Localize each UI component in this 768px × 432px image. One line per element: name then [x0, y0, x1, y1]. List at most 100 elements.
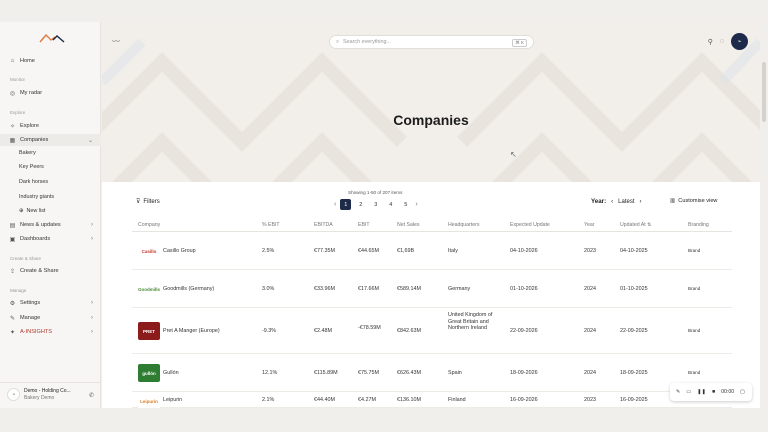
sidebar-subitem-key-peers[interactable]: Key Peers — [19, 161, 44, 173]
pause-icon[interactable]: ❚❚ — [697, 389, 706, 395]
column-header[interactable]: Headquarters — [448, 222, 479, 228]
chevron-right-icon[interactable]: › — [91, 300, 93, 306]
compass-icon: ✧ — [9, 123, 16, 130]
year-label: Year: — [591, 198, 607, 205]
column-header[interactable]: Company — [138, 222, 160, 228]
company-name[interactable]: Pret A Manger (Europe) — [163, 328, 220, 334]
chat-icon[interactable]: ◌ — [720, 38, 724, 45]
notifications-icon[interactable]: ⚲ — [708, 38, 713, 46]
close-icon[interactable]: ▢ — [740, 389, 745, 395]
column-header[interactable]: Expected Update — [510, 222, 550, 228]
sidebar-subitem-bakery[interactable]: Bakery — [19, 147, 36, 159]
sidebar-item-create-share[interactable]: ⇪ Create & Share — [0, 265, 101, 277]
cell-ebitda: €33.96M — [314, 285, 335, 292]
filters-label: Filters — [143, 198, 160, 205]
sidebar-item-label: Settings — [20, 300, 41, 306]
customise-view-button[interactable]: ▥ Customise view — [670, 198, 717, 204]
company-name[interactable]: Casillo Group — [163, 248, 196, 254]
company-logo: Leipurin — [138, 392, 160, 408]
chevron-right-icon[interactable]: › — [640, 199, 642, 205]
pen-icon[interactable]: ✎ — [676, 389, 680, 395]
cell-ebit: €75.75M — [358, 369, 379, 376]
cell-updated: 18-09-2025 — [620, 369, 648, 376]
app-logo[interactable] — [38, 32, 66, 44]
share-icon: ⇪ — [9, 268, 16, 275]
sidebar-item-insights[interactable]: ✦ A-INSIGHTS › — [0, 326, 101, 338]
scrollbar-thumb[interactable] — [762, 62, 766, 122]
next-page-icon[interactable]: › — [415, 201, 417, 208]
sidebar-item-label: Manage — [20, 315, 41, 321]
cell-branding[interactable]: Brand — [688, 370, 700, 375]
table-row[interactable]: Casillo Casillo Group 2.5% €77.35M €44.65M €1… — [132, 232, 732, 270]
chevron-left-icon[interactable]: ‹ — [611, 199, 613, 205]
sidebar-item-companies[interactable]: ▦ Companies ⌄ — [0, 134, 101, 146]
company-name[interactable]: Leipurin — [163, 397, 182, 403]
sidebar-item-home[interactable]: ⌂ Home — [0, 55, 101, 67]
sidebar-subitem-industry-giants[interactable]: Industry giants — [19, 191, 54, 203]
column-header[interactable]: Updated At ⇅ — [620, 222, 651, 228]
cell-pct-ebit: 2.1% — [262, 396, 275, 403]
prev-page-icon[interactable]: ‹ — [334, 201, 336, 208]
page-button[interactable]: 3 — [370, 199, 381, 210]
column-header[interactable]: EBITDA — [314, 222, 333, 228]
recorder-widget: ✎ ▭ ❚❚ ■ 00:00 ▢ — [670, 383, 752, 401]
pagination: ‹ 1 2 3 4 5 › — [334, 199, 418, 210]
table-row[interactable]: PRET Pret A Manger (Europe) -9.3% €2.48M -€7… — [132, 308, 732, 354]
user-avatar[interactable]: ⌁ — [731, 33, 748, 50]
cell-branding[interactable]: Brand — [688, 286, 700, 291]
page-button[interactable]: 4 — [385, 199, 396, 210]
filters-button[interactable]: ⊽ Filters — [136, 198, 160, 206]
chevron-right-icon[interactable]: › — [91, 329, 93, 335]
chevron-right-icon[interactable]: › — [91, 315, 93, 321]
column-header[interactable]: Branding — [688, 222, 709, 228]
cell-year: 2024 — [584, 369, 596, 376]
sidebar-item-dashboards[interactable]: ▣ Dashboards › — [0, 233, 101, 245]
table-row[interactable]: Leipurin Leipurin 2.1% €44.40M €4.27M €136.10… — [132, 392, 732, 408]
company-name[interactable]: Gullón — [163, 370, 179, 376]
cell-expected: 18-09-2026 — [510, 369, 538, 376]
column-header[interactable]: Year — [584, 222, 594, 228]
column-header[interactable]: % EBIT — [262, 222, 280, 228]
collapse-sidebar-icon[interactable]: 〰 — [112, 36, 120, 47]
screen-icon[interactable]: ▭ — [686, 389, 691, 395]
sidebar-subitem-dark-horses[interactable]: Dark horses — [19, 176, 48, 188]
column-header[interactable]: Net Sales — [397, 222, 420, 228]
scrollbar[interactable] — [760, 22, 768, 408]
sidebar-item-explore[interactable]: ✧ Explore — [0, 120, 101, 132]
column-header[interactable]: EBIT — [358, 222, 370, 228]
chevron-down-icon[interactable]: ⌄ — [88, 137, 93, 144]
year-selector[interactable]: Year: ‹ Latest › — [591, 198, 642, 205]
page-button[interactable]: 1 — [340, 199, 352, 210]
sidebar-item-label: Explore — [20, 123, 39, 129]
table-row[interactable]: gullón Gullón 12.1% €115.89M €75.75M €626.43M… — [132, 354, 732, 392]
page-button[interactable]: 2 — [355, 199, 366, 210]
recorder-time: 00:00 — [721, 389, 735, 395]
cell-pct-ebit: 2.5% — [262, 247, 275, 254]
company-name[interactable]: Goodmills (Germany) — [163, 286, 214, 292]
cell-expected: 01-10-2026 — [510, 285, 538, 292]
table-row[interactable]: Goodmills Goodmills (Germany) 3.0% €33.96M €… — [132, 270, 732, 308]
showing-count: Showing 1-50 of 207 items — [348, 190, 403, 195]
sidebar-item-settings[interactable]: ⚙ Settings › — [0, 297, 101, 309]
cell-hq: United Kingdom of Great Britain and Nort… — [448, 312, 493, 332]
page-title: Companies — [393, 112, 469, 128]
cell-branding[interactable]: Brand — [688, 248, 700, 253]
page-button[interactable]: 5 — [400, 199, 411, 210]
sidebar-item-news[interactable]: ▤ News & updates › — [0, 219, 101, 231]
phone-icon[interactable]: ✆ — [89, 392, 94, 399]
cell-expected: 22-09-2026 — [510, 327, 538, 334]
sidebar-subitem-new-list[interactable]: ⊕ New list — [19, 205, 45, 217]
sidebar-item-label: My radar — [20, 90, 43, 96]
sidebar-item-manage[interactable]: ✎ Manage › — [0, 312, 101, 324]
search-input[interactable]: ⌕ Search everything... ⌘ K — [329, 35, 534, 49]
stop-icon[interactable]: ■ — [712, 389, 715, 395]
chevron-right-icon[interactable]: › — [91, 222, 93, 228]
sort-icon[interactable]: ⇅ — [647, 222, 651, 228]
cell-year: 2023 — [584, 247, 596, 254]
cell-branding[interactable]: Brand — [688, 328, 700, 333]
chevron-right-icon[interactable]: › — [91, 236, 93, 242]
account-switcher[interactable]: ◔ Demo - Holding Co... Bakery Demo ✆ — [0, 382, 101, 406]
sidebar-item-my-radar[interactable]: ◎ My radar — [0, 87, 101, 99]
news-icon: ▤ — [9, 222, 16, 229]
cell-ebit: €4.27M — [358, 396, 376, 403]
